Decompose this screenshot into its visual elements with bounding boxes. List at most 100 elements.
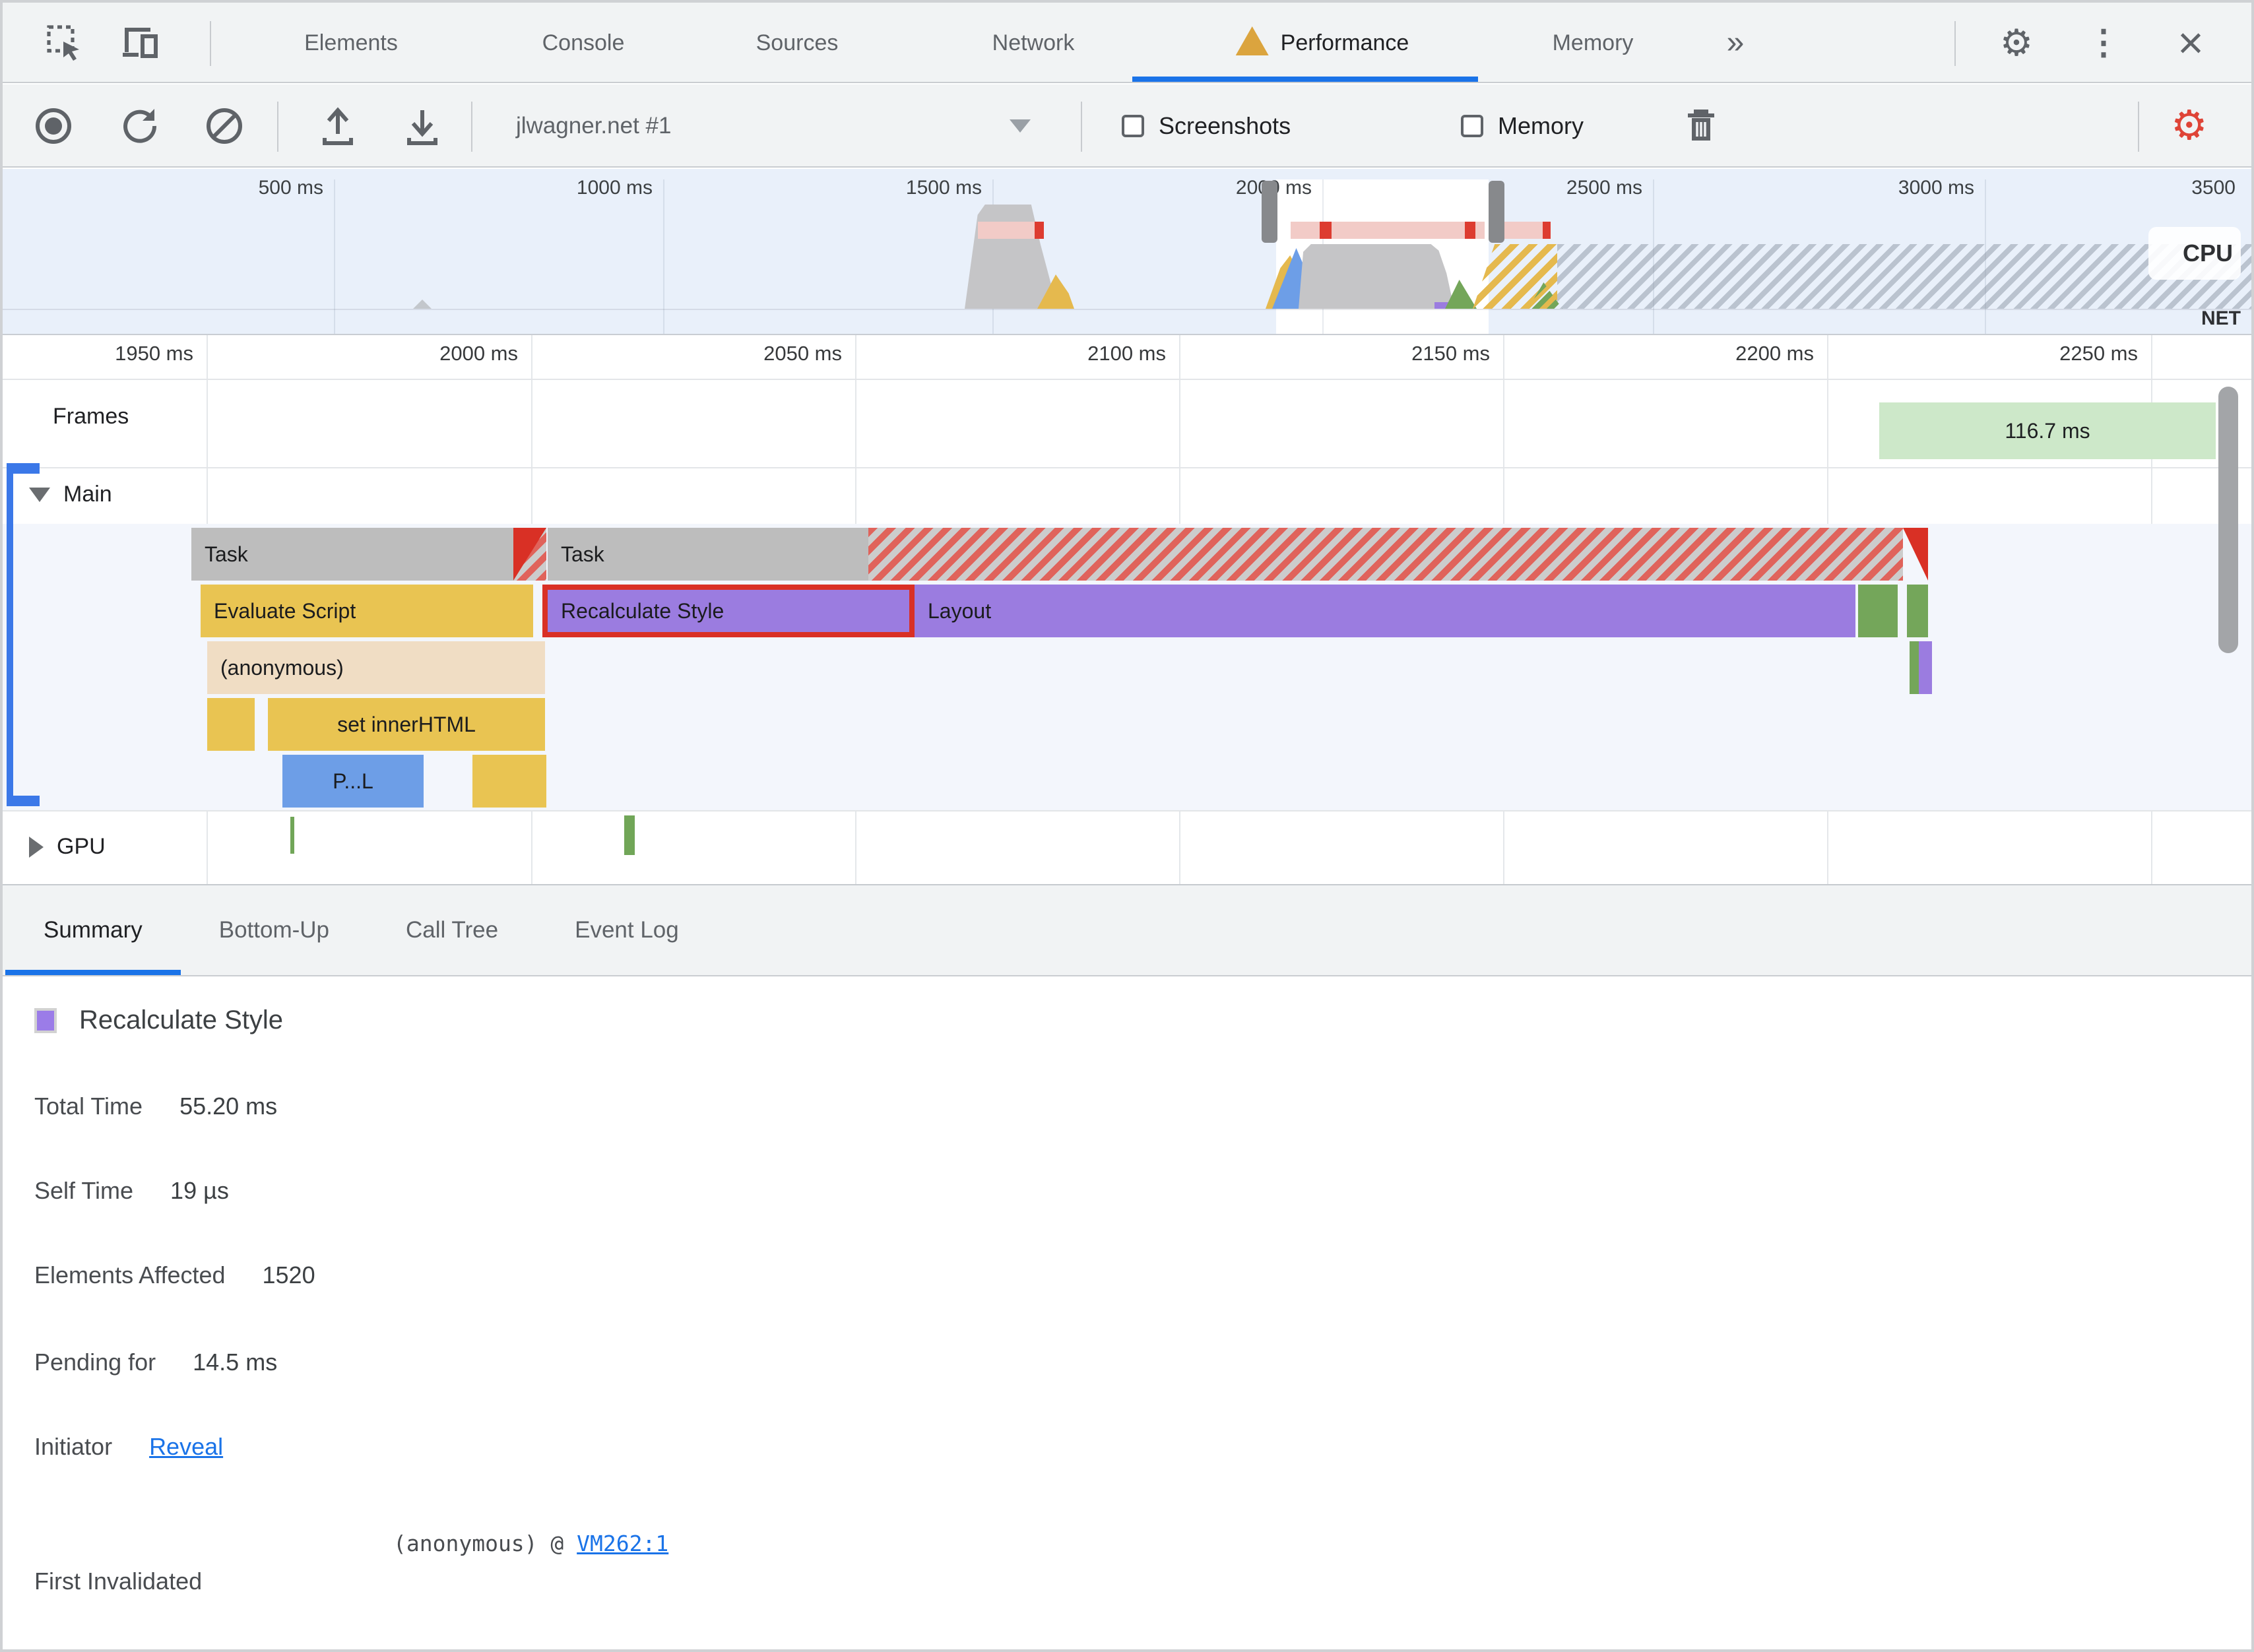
divider [1081,102,1082,152]
flame-bar-paint[interactable] [1858,585,1898,637]
divider [3,810,2251,811]
flame-bar-style[interactable] [1919,641,1932,694]
flame-bar-set-innerhtml[interactable]: set innerHTML [268,698,545,751]
long-task-red-marker [1465,222,1475,239]
devtools-tab-bar: Elements Console Sources Network Perform… [3,3,2251,83]
flame-bar-task-hatch-start[interactable] [513,528,546,581]
summary-row: Self Time 19 µs [34,1177,229,1204]
tab-performance[interactable]: Performance [1235,3,1409,83]
event-legend: Recalculate Style [34,1005,283,1035]
overview-tick-label: 1500 ms [905,177,982,199]
tab-call-tree[interactable]: Call Tree [368,885,536,975]
overview-tick-label: 2500 ms [1566,177,1642,199]
save-profile-button[interactable] [402,84,442,168]
flame-bar-anonymous[interactable]: (anonymous) [207,641,545,694]
long-task-marker [978,222,1039,239]
settings-gear-icon[interactable]: ⚙ [1990,3,2043,83]
frame-duration-chip[interactable]: 116.7 ms [1879,402,2216,459]
reload-and-record-button[interactable] [120,84,160,168]
cpu-activity-unattributed [1557,244,2251,309]
record-button[interactable] [36,84,71,168]
screenshots-checkbox[interactable]: Screenshots [1122,84,1291,168]
ruler-tick-label: 2000 ms [439,342,518,365]
delete-recording-button[interactable] [1684,84,1718,168]
capture-settings-gear-icon[interactable]: ⚙ [2171,84,2208,168]
upload-icon [323,107,353,145]
inspect-element-icon[interactable] [37,3,92,83]
performance-toolbar: jlwagner.net #1 Screenshots Memory ⚙ [3,84,2251,168]
summary-row: Elements Affected 1520 [34,1261,315,1288]
load-profile-button[interactable] [318,84,358,168]
tab-network[interactable]: Network [992,3,1075,83]
ruler-tick-label: 2150 ms [1411,342,1490,365]
flame-chart[interactable]: 1950 ms 2000 ms 2050 ms 2100 ms 2150 ms 2200 … [3,335,2251,884]
close-icon[interactable]: × [2164,3,2217,83]
long-task-red-marker [1035,222,1044,239]
overview-tick-label: 3000 ms [1898,177,1974,199]
tab-sources[interactable]: Sources [756,3,839,83]
warning-icon [1235,26,1269,55]
overview-tick-label: 500 ms [258,177,323,199]
ruler-tick-label: 2050 ms [763,342,842,365]
memory-checkbox[interactable]: Memory [1461,84,1584,168]
flame-bar-script[interactable] [207,698,255,751]
tab-memory[interactable]: Memory [1553,3,1634,83]
divider [3,309,2251,310]
ruler-tick-label: 1950 ms [115,342,193,365]
flame-bar-task-hatch[interactable] [868,528,1903,581]
flame-bar-evaluate-script[interactable]: Evaluate Script [201,585,533,637]
cpu-activity-blip [413,300,432,309]
divider [210,21,211,66]
checkbox-unchecked-icon [1461,115,1483,137]
event-color-swatch [34,1007,57,1033]
collapse-triangle-icon[interactable] [29,487,50,502]
expand-triangle-icon[interactable] [29,836,44,858]
gpu-track-header[interactable]: GPU [29,834,106,860]
kebab-menu-icon[interactable]: ⋮ [2080,3,2127,83]
timeline-overview[interactable]: 500 ms 1000 ms 1500 ms 2000 ms 2500 ms 3000 m… [3,169,2251,335]
flame-bar-recalculate-style[interactable]: Recalculate Style [542,585,915,637]
profile-select-caret-icon[interactable] [1010,84,1031,168]
profile-select[interactable]: jlwagner.net #1 [516,84,671,168]
flame-bar-script[interactable] [472,755,546,808]
trash-icon [1688,110,1714,141]
flame-bar-task[interactable]: Task [191,528,513,581]
flame-bar-paint[interactable] [1907,585,1928,637]
vertical-scrollbar[interactable] [2218,387,2238,653]
reveal-link[interactable]: Reveal [149,1433,223,1461]
flame-bar-p-l[interactable]: P...L [282,755,424,808]
overview-tick-label: 1000 ms [576,177,653,199]
overview-left-handle[interactable] [1262,181,1277,243]
overview-gridline [663,179,664,334]
overview-right-handle[interactable] [1489,181,1504,243]
tab-elements[interactable]: Elements [304,3,398,83]
tab-summary[interactable]: Summary [5,885,181,975]
divider [277,102,278,152]
source-location-link[interactable]: VM262:1 [577,1531,668,1556]
main-track-bracket [7,463,13,806]
main-track-header[interactable]: Main [29,482,112,507]
clear-button[interactable] [205,84,244,168]
tab-event-log[interactable]: Event Log [536,885,717,975]
gpu-activity-tick [624,815,635,855]
overview-tick-label: 3500 [2191,177,2236,199]
tab-console[interactable]: Console [542,3,625,83]
flame-bar-layout[interactable]: Layout [915,585,1855,637]
device-toolbar-icon[interactable] [113,3,169,83]
summary-row-initiator: Initiator Reveal [34,1433,224,1461]
divider [2138,102,2139,152]
more-tabs-icon[interactable]: » [1727,3,1745,83]
checkbox-unchecked-icon [1122,115,1144,137]
frames-track-label[interactable]: Frames [53,404,129,429]
stack-frame-text: (anonymous) @ [393,1531,577,1556]
main-track-bracket-cap [7,463,40,474]
summary-pane: Recalculate Style Total Time 55.20 ms Sel… [3,976,2251,1649]
long-task-red-marker [1320,222,1332,239]
divider [1954,21,1956,66]
flame-bar-task[interactable]: Task [548,528,868,581]
overview-tick-label: 2000 ms [1235,177,1312,199]
tab-bottom-up[interactable]: Bottom-Up [181,885,368,975]
devtools-window: Elements Console Sources Network Perform… [0,0,2254,1652]
cpu-label-plate: CPU [2148,227,2241,280]
divider [3,379,2251,380]
